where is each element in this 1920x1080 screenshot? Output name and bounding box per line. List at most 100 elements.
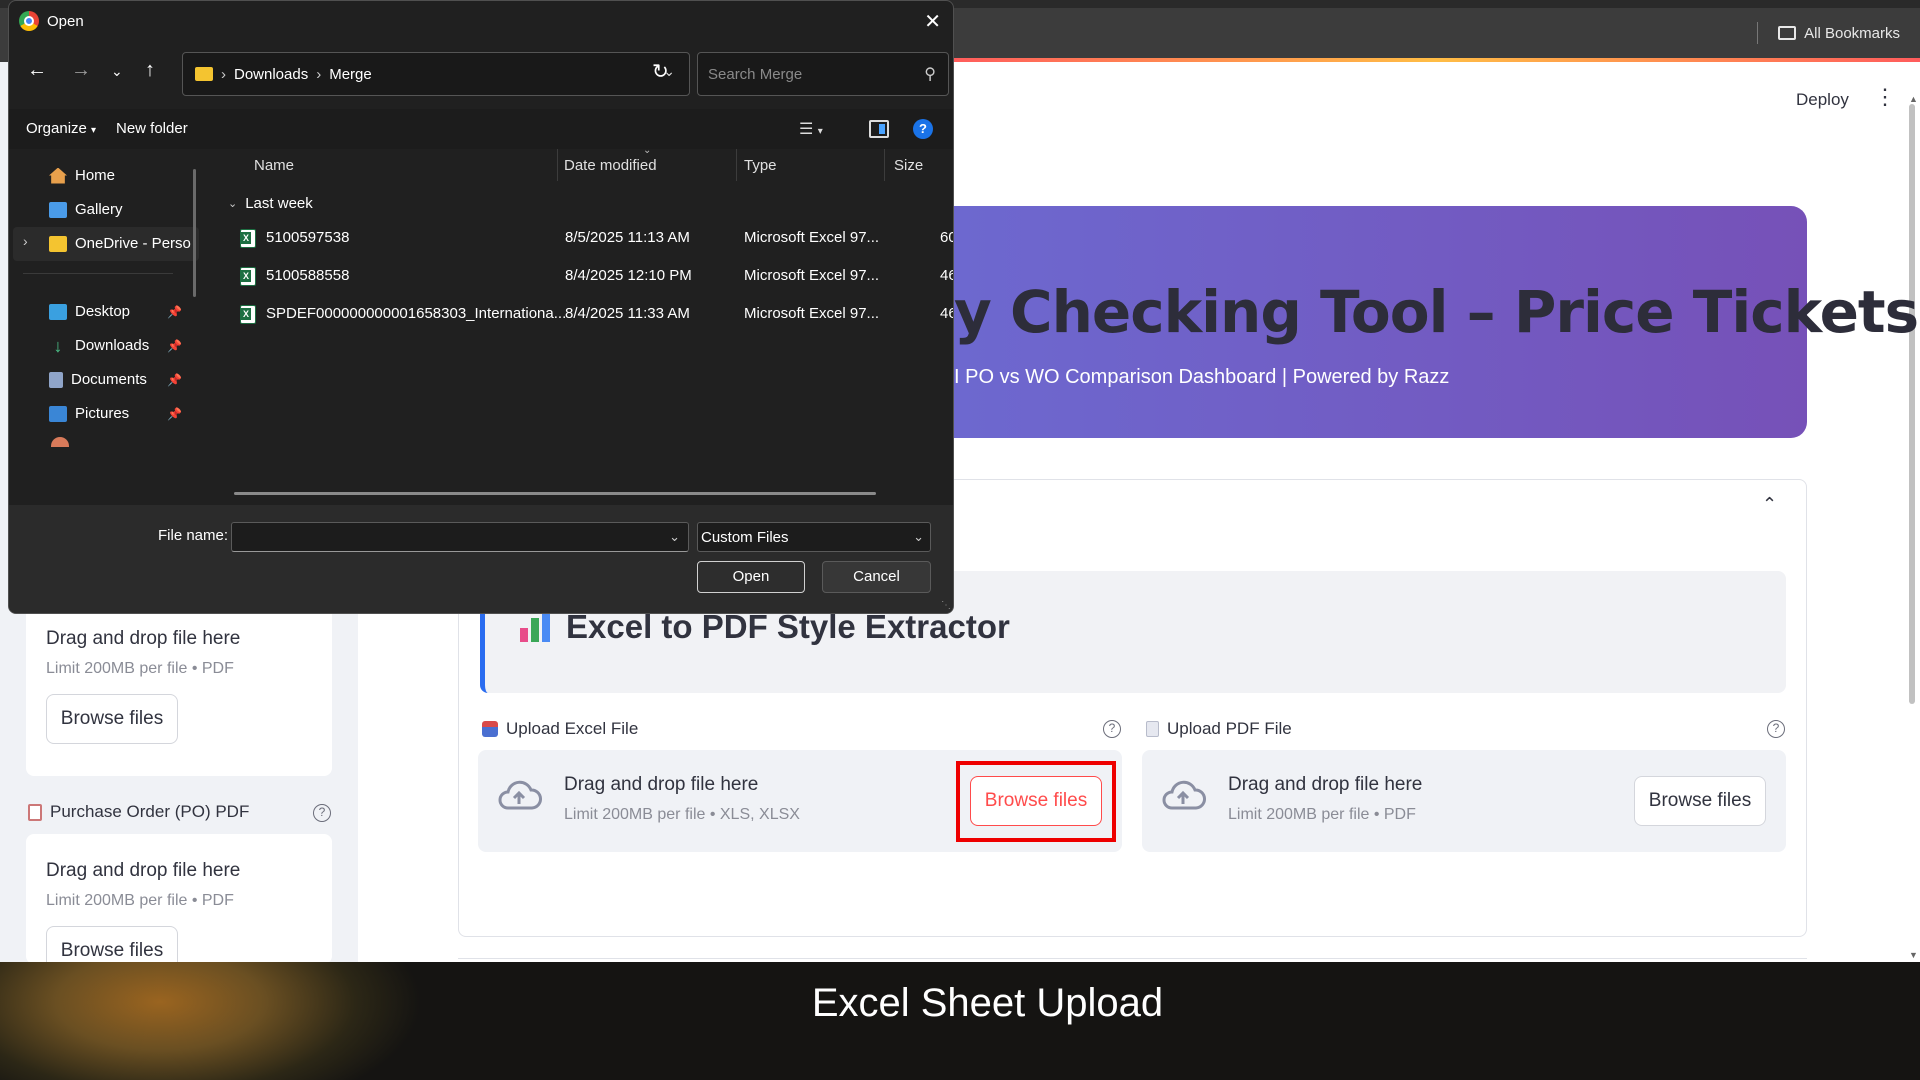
nav-item-gallery[interactable]: Gallery (49, 201, 123, 218)
sidebar-drag-text-2: Drag and drop file here (46, 860, 241, 881)
nav-item-downloads[interactable]: ↓ Downloads (49, 337, 150, 355)
file-type-select[interactable]: Custom Files ⌄ (697, 522, 931, 552)
sidebar-uploader-2: Drag and drop file here Limit 200MB per … (26, 834, 332, 976)
po-pdf-label-text: Purchase Order (PO) PDF (50, 802, 250, 821)
upload-pdf-label-text: Upload PDF File (1167, 719, 1292, 738)
sidebar-limit-text-1: Limit 200MB per file • PDF (46, 660, 234, 677)
preview-pane-icon[interactable] (869, 120, 889, 138)
bar-chart-icon (520, 612, 554, 642)
content-divider (458, 958, 1807, 959)
sidebar-limit-text-2: Limit 200MB per file • PDF (46, 892, 234, 909)
video-caption-bar: Excel Sheet Upload (0, 962, 1920, 1080)
pdf-browse-button[interactable]: Browse files (1634, 776, 1766, 826)
cloud-upload-icon (498, 780, 542, 810)
scrollbar-thumb[interactable] (1909, 104, 1915, 704)
nav-home-label: Home (75, 167, 116, 184)
search-input[interactable]: Search Merge ⚲ (697, 52, 949, 96)
pin-icon[interactable]: 📌 (167, 305, 182, 319)
hero-subtitle: I PO vs WO Comparison Dashboard | Powere… (954, 366, 1450, 388)
excel-file-icon (240, 229, 256, 248)
column-header-size[interactable]: Size (894, 157, 923, 174)
group-label: Last week (245, 195, 313, 212)
file-name: 5100597538 (266, 229, 350, 246)
chevron-down-icon[interactable]: ⌄ (669, 529, 680, 545)
search-icon: ⚲ (924, 66, 936, 83)
pin-icon[interactable]: 📌 (167, 339, 182, 353)
partial-nav-icon (51, 437, 69, 447)
file-size: 46 (940, 305, 953, 322)
pictures-icon (49, 405, 67, 422)
nav-item-desktop[interactable]: Desktop (49, 303, 130, 320)
column-header-name[interactable]: Name (254, 157, 294, 174)
file-row[interactable]: 5100597538 8/5/2025 11:13 AM Microsoft E… (214, 223, 953, 253)
deploy-button[interactable]: Deploy (1796, 90, 1849, 110)
column-separator[interactable] (557, 149, 558, 181)
breadcrumb-chevron-icon: › (221, 65, 226, 83)
sidebar-browse-button-1[interactable]: Browse files (46, 694, 178, 744)
desktop-icon (49, 303, 67, 320)
forward-arrow-icon[interactable]: → (71, 59, 91, 82)
file-row[interactable]: SPDEF000000000001658303_Internationa... … (214, 299, 953, 329)
home-icon (49, 167, 67, 184)
breadcrumb-downloads[interactable]: Downloads (234, 66, 308, 83)
up-arrow-icon[interactable]: ↑ (145, 59, 155, 82)
column-header-date[interactable]: Date modified (564, 157, 657, 174)
file-type: Microsoft Excel 97... (744, 305, 880, 322)
pin-icon[interactable]: 📌 (167, 373, 182, 387)
help-icon[interactable]: ? (313, 804, 331, 822)
file-date: 8/4/2025 12:10 PM (565, 267, 692, 284)
chrome-logo-icon (19, 11, 39, 31)
excel-file-icon (240, 305, 256, 324)
file-type: Microsoft Excel 97... (744, 229, 880, 246)
folder-icon (49, 235, 67, 252)
upload-pdf-label: Upload PDF File (1146, 719, 1292, 739)
expand-chevron-icon[interactable]: › (23, 233, 28, 249)
search-placeholder: Search Merge (708, 66, 803, 83)
file-date: 8/4/2025 11:33 AM (565, 305, 690, 322)
nav-scrollbar[interactable] (193, 169, 196, 297)
recent-locations-chevron-icon[interactable]: ⌄ (111, 63, 123, 80)
address-bar[interactable]: › Downloads › Merge ⌄ (182, 52, 690, 96)
organize-menu[interactable]: Organize ▾ (26, 120, 96, 137)
group-header-last-week[interactable]: ⌄ Last week (228, 195, 313, 212)
page-scrollbar[interactable] (1908, 92, 1916, 782)
pdf-drag-text: Drag and drop file here (1228, 774, 1423, 795)
highlight-annotation (956, 761, 1116, 842)
column-separator[interactable] (884, 149, 885, 181)
scroll-up-icon[interactable]: ▲ (1909, 94, 1918, 104)
resize-grip-icon[interactable]: ⋱ (941, 600, 951, 611)
file-name-input[interactable]: ⌄ (231, 522, 689, 552)
chevron-up-icon[interactable]: ⌃ (1762, 494, 1777, 515)
file-row[interactable]: 5100588558 8/4/2025 12:10 PM Microsoft E… (214, 261, 953, 291)
new-folder-button[interactable]: New folder (116, 120, 188, 137)
nav-gallery-label: Gallery (75, 201, 123, 218)
file-type: Microsoft Excel 97... (744, 267, 880, 284)
nav-item-pictures[interactable]: Pictures (49, 405, 129, 422)
close-icon[interactable]: ✕ (924, 9, 941, 34)
hero-title: y Checking Tool – Price Tickets (954, 278, 1919, 346)
scroll-down-icon[interactable]: ▼ (1909, 950, 1918, 960)
pin-icon[interactable]: 📌 (167, 407, 182, 421)
refresh-icon[interactable]: ↻ (652, 59, 669, 84)
upload-excel-label: Upload Excel File (482, 719, 638, 739)
breadcrumb-merge[interactable]: Merge (329, 66, 372, 83)
main-menu-icon[interactable]: ⋮ (1874, 86, 1896, 108)
nav-item-home[interactable]: Home (49, 167, 115, 184)
horizontal-scrollbar[interactable] (234, 492, 876, 495)
column-header-type[interactable]: Type (744, 157, 777, 174)
view-options-icon[interactable]: ☰ ▾ (799, 119, 823, 139)
column-separator[interactable] (736, 149, 737, 181)
pdf-dropzone[interactable]: Drag and drop file here Limit 200MB per … (1142, 750, 1786, 852)
excel-file-icon (240, 267, 256, 286)
back-arrow-icon[interactable]: ← (27, 59, 47, 82)
nav-item-documents[interactable]: Documents (49, 371, 147, 388)
cancel-button[interactable]: Cancel (822, 561, 931, 593)
help-icon[interactable]: ? (1103, 720, 1121, 738)
nav-pictures-label: Pictures (75, 405, 130, 422)
all-bookmarks-button[interactable]: All Bookmarks (1757, 22, 1900, 44)
nav-item-onedrive[interactable]: OneDrive - Perso (49, 235, 191, 252)
help-icon[interactable]: ? (913, 119, 933, 139)
help-icon[interactable]: ? (1767, 720, 1785, 738)
file-name-label: File name: (158, 527, 229, 544)
open-button[interactable]: Open (697, 561, 805, 593)
